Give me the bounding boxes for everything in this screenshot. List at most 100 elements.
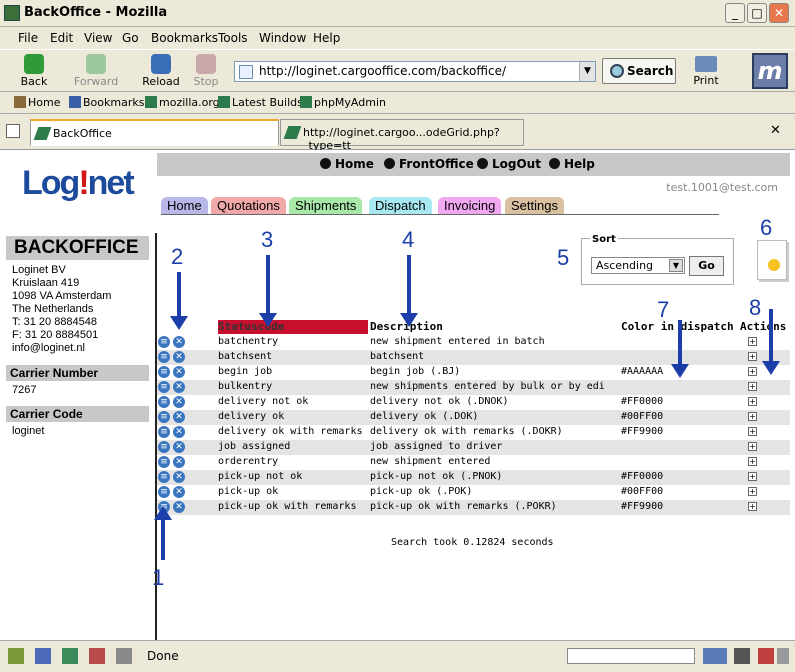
expand-plus-icon[interactable]: + [748,367,757,376]
expand-plus-icon[interactable]: + [748,412,757,421]
app-tab-dispatch[interactable]: Dispatch [369,197,432,214]
header-statuscode[interactable]: Statuscode [218,320,368,334]
delete-icon[interactable]: ✕ [173,426,185,438]
delete-icon[interactable]: ✕ [173,336,185,348]
edit-icon[interactable]: ≡ [158,471,170,483]
app-tab-home[interactable]: Home [161,197,208,214]
sort-go-button[interactable]: Go [689,256,724,276]
privacy-icon[interactable] [734,648,750,664]
addressbook-icon[interactable] [89,648,105,664]
app-tab-invoicing[interactable]: Invoicing [438,197,502,214]
menu-help[interactable]: Help [313,31,340,45]
nav-help[interactable]: Help [549,157,595,171]
resize-grip-icon[interactable] [777,648,789,664]
edit-icon[interactable]: ≡ [158,411,170,423]
annotation-number: 8 [749,295,762,320]
nav-frontoffice[interactable]: FrontOffice [384,157,474,171]
delete-icon[interactable]: ✕ [173,441,185,453]
app-tab-shipments[interactable]: Shipments [289,197,363,214]
delete-icon[interactable]: ✕ [173,366,185,378]
url-dropdown-icon[interactable]: ▼ [579,62,595,81]
forward-button[interactable]: Forward [74,52,118,90]
app-tab-quotations[interactable]: Quotations [211,197,286,214]
menu-view[interactable]: View [84,31,112,45]
carrier-number-panel: Carrier Number 7267 [6,365,149,396]
expand-plus-icon[interactable]: + [748,397,757,406]
menu-file[interactable]: File [18,31,38,45]
expand-plus-icon[interactable]: + [748,472,757,481]
back-button[interactable]: Back [12,52,56,90]
annotation-number: 2 [171,244,184,269]
close-window-button[interactable]: ✕ [769,3,789,23]
menu-go[interactable]: Go [122,31,139,45]
nav-logout[interactable]: LogOut [477,157,541,171]
cell-description: job assigned to driver [370,441,503,452]
edit-icon[interactable]: ≡ [158,336,170,348]
delete-icon[interactable]: ✕ [173,486,185,498]
edit-icon[interactable]: ≡ [158,366,170,378]
security-lock-icon[interactable] [758,648,774,664]
menu-window[interactable]: Window [259,31,306,45]
stop-button[interactable]: Stop [184,52,228,90]
table-row: ≡✕pick-up ok with remarkspick-up ok with… [157,500,790,515]
status-bar: Done [0,640,795,672]
sort-fieldset: Sort Ascending ▼ Go [581,234,734,285]
table-row: ≡ ✕ pick-up not ok pick-up not ok (.PNOK) #F… [157,470,790,485]
reload-button[interactable]: Reload [139,52,183,90]
menu-bookmarks[interactable]: Bookmarks [151,31,218,45]
menu-tools[interactable]: Tools [218,31,248,45]
edit-icon[interactable]: ≡ [158,396,170,408]
search-button[interactable]: Search [602,58,676,84]
bookmark-home[interactable]: Home [14,96,60,109]
cell-description: pick-up ok (.POK) [370,486,473,497]
bookmark-bookmarks[interactable]: Bookmarks [69,96,144,109]
expand-plus-icon[interactable]: + [748,352,757,361]
edit-icon[interactable]: ≡ [158,426,170,438]
expand-plus-icon[interactable]: + [748,382,757,391]
delete-icon[interactable]: ✕ [173,411,185,423]
print-button[interactable]: Print [686,52,726,90]
expand-plus-icon[interactable]: + [748,427,757,436]
mail-icon[interactable] [35,648,51,664]
new-tab-icon[interactable] [6,124,20,138]
delete-icon[interactable]: ✕ [173,381,185,393]
delete-icon[interactable]: ✕ [173,471,185,483]
delete-icon[interactable]: ✕ [173,351,185,363]
url-bar[interactable]: http://loginet.cargooffice.com/backoffic… [234,61,596,82]
edit-icon[interactable]: ≡ [158,486,170,498]
table-row: ≡ ✕ delivery not ok delivery not ok (.DNOK)… [157,395,790,410]
expand-plus-icon[interactable]: + [748,487,757,496]
delete-icon[interactable]: ✕ [173,396,185,408]
maximize-button[interactable]: □ [747,3,767,23]
expand-plus-icon[interactable]: + [748,442,757,451]
edit-icon[interactable]: ≡ [158,456,170,468]
component-icon[interactable] [8,648,24,664]
expand-plus-icon[interactable]: + [748,457,757,466]
bookmark-mozilla[interactable]: mozilla.org [145,96,220,109]
bookmark-latest-builds[interactable]: Latest Builds [218,96,303,109]
expand-plus-icon[interactable]: + [748,337,757,346]
annotation-arrow-down [762,309,780,375]
edit-icon[interactable]: ≡ [158,351,170,363]
irc-icon[interactable] [116,648,132,664]
help-icon [549,158,560,169]
tab-codegrid[interactable]: http://loginet.cargoo...odeGrid.php?_typ… [280,119,524,152]
app-tab-settings[interactable]: Settings [505,197,564,214]
bookmark-phpmyadmin[interactable]: phpMyAdmin [300,96,386,109]
new-document-icon[interactable] [757,240,787,280]
delete-icon[interactable]: ✕ [173,456,185,468]
delete-icon[interactable]: ✕ [173,501,185,513]
annotation-arrow-down [400,255,418,327]
tab-backoffice[interactable]: BackOffice [30,119,279,146]
forward-arrow-icon [86,54,106,74]
online-status-icon[interactable] [703,648,727,664]
nav-home[interactable]: Home [320,157,374,171]
expand-plus-icon[interactable]: + [748,502,757,511]
edit-icon[interactable]: ≡ [158,441,170,453]
sort-order-select[interactable]: Ascending ▼ [591,257,685,274]
edit-icon[interactable]: ≡ [158,381,170,393]
menu-edit[interactable]: Edit [50,31,73,45]
close-tab-icon[interactable]: ✕ [770,123,781,138]
composer-icon[interactable] [62,648,78,664]
minimize-button[interactable]: _ [725,3,745,23]
